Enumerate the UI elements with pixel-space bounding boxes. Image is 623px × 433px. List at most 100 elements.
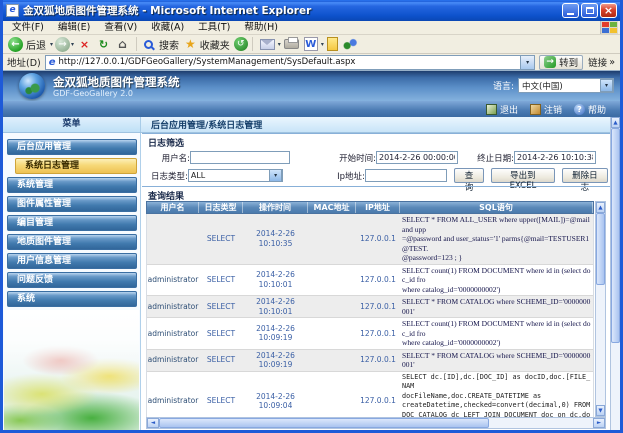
language-value: 中文(中国) — [522, 80, 563, 92]
sidebar-item-catalog-management[interactable]: 编目管理 — [7, 215, 137, 231]
results-table: 用户名 日志类型 操作时间 MAC地址 IP地址 SQL语句 SELECT 20… — [146, 201, 594, 417]
logout-label: 注销 — [544, 103, 562, 116]
scroll-right-icon[interactable]: ► — [593, 418, 605, 428]
back-icon: ← — [8, 37, 23, 52]
links-button[interactable]: 链接 » — [587, 55, 616, 69]
cell-time: 2014-2-26 10:09:04 — [243, 392, 308, 411]
favorites-star-icon: ★ — [185, 37, 196, 51]
chevron-down-icon[interactable]: ▾ — [600, 79, 613, 92]
print-icon[interactable] — [284, 39, 299, 49]
end-date-input[interactable] — [514, 151, 596, 164]
go-button[interactable]: → 转到 — [539, 55, 583, 70]
table-row[interactable]: SELECT 2014-2-26 10:10:35 127.0.0.1 SELE… — [147, 214, 593, 265]
main-content: 日志筛选 用户名: 开始时间: 终止日期: 日志类型: ALL ▾ Ip地址: … — [142, 133, 610, 430]
language-label: 语言: — [493, 79, 514, 92]
cell-sql: SELECT * FROM CATALOG where SCHEME_ID='0… — [400, 350, 593, 371]
edit-button[interactable]: W▾ — [302, 37, 324, 51]
column-ip-address: IP地址 — [356, 202, 400, 213]
table-row[interactable]: administrator SELECT 2014-2-26 10:09:19 … — [147, 350, 593, 372]
column-username: 用户名 — [147, 202, 199, 213]
favorites-button[interactable]: ★ 收藏夹 — [184, 37, 233, 52]
scrollbar-track[interactable] — [611, 343, 620, 430]
back-dropdown-icon[interactable]: ▾ — [50, 41, 53, 48]
sidebar-item-user-info-management[interactable]: 用户信息管理 — [7, 253, 137, 269]
cell-sql: SELECT dc.[ID],dc.[DOC_ID] as docID,doc.… — [400, 372, 593, 418]
table-row[interactable]: administrator SELECT 2014-2-26 10:10:01 … — [147, 296, 593, 318]
refresh-button[interactable]: ↻ — [96, 37, 111, 52]
scrollbar-thumb[interactable] — [159, 418, 489, 428]
sidebar-item-backend-app-management[interactable]: 后台应用管理 — [7, 139, 137, 155]
scrollbar-track[interactable] — [596, 285, 605, 405]
cell-ip: 127.0.0.1 — [356, 329, 400, 339]
sidebar-item-map-attribute-management[interactable]: 图件属性管理 — [7, 196, 137, 212]
maximize-button[interactable] — [581, 3, 598, 18]
minimize-button[interactable] — [562, 3, 579, 18]
menu-title: 菜单 — [3, 117, 141, 132]
log-type-label: 日志类型: — [146, 170, 188, 182]
menu-tools[interactable]: 工具(T) — [191, 21, 237, 35]
chevron-down-icon[interactable]: ▾ — [269, 169, 282, 182]
menu-help[interactable]: 帮助(H) — [237, 21, 285, 35]
export-excel-button[interactable]: 导出到EXCEL — [491, 168, 555, 183]
window-title: 金双狐地质图件管理系统 - Microsoft Internet Explore… — [23, 3, 560, 18]
mail-icon — [260, 39, 275, 50]
scrollbar-track[interactable] — [489, 418, 593, 428]
start-time-input[interactable] — [376, 151, 458, 164]
app-title: 金双狐地质图件管理系统 — [53, 74, 180, 90]
header-actions: 退出 注销 ? 帮助 — [3, 101, 620, 117]
sidebar-item-geological-map-management[interactable]: 地质图件管理 — [7, 234, 137, 250]
table-vertical-scrollbar[interactable]: ▲ ▼ — [595, 201, 606, 417]
close-button[interactable]: × — [600, 3, 617, 18]
table-horizontal-scrollbar[interactable]: ◄ ► — [146, 417, 606, 429]
help-icon: ? — [574, 104, 585, 115]
scroll-down-icon[interactable]: ▼ — [596, 405, 605, 416]
language-select[interactable]: 中文(中国) ▾ — [518, 78, 614, 93]
ip-input[interactable] — [365, 169, 447, 182]
ie-icon: e — [49, 57, 56, 68]
forward-dropdown-icon[interactable]: ▾ — [71, 41, 74, 48]
sidebar-item-system-log-management[interactable]: 系统日志管理 — [15, 158, 137, 174]
menu-edit[interactable]: 编辑(E) — [51, 21, 97, 35]
edit-dropdown-icon[interactable]: ▾ — [321, 41, 324, 48]
sidebar-item-feedback[interactable]: 问题反馈 — [7, 272, 137, 288]
query-button[interactable]: 查询 — [454, 168, 484, 183]
scrollbar-thumb[interactable] — [596, 213, 605, 285]
scroll-up-icon[interactable]: ▲ — [596, 202, 605, 213]
history-button[interactable]: ↺ — [234, 37, 248, 51]
log-type-select[interactable]: ALL ▾ — [188, 169, 283, 182]
scroll-up-icon[interactable]: ▲ — [611, 117, 620, 128]
browser-vertical-scrollbar[interactable]: ▲ — [610, 117, 620, 430]
cell-time: 2014-2-26 10:10:35 — [243, 229, 308, 248]
favorites-label: 收藏夹 — [200, 37, 230, 52]
mail-button[interactable]: ▾ — [258, 39, 281, 50]
exit-button[interactable]: 退出 — [486, 103, 518, 116]
search-button[interactable]: 搜索 — [142, 37, 182, 52]
logout-button[interactable]: 注销 — [530, 103, 562, 116]
table-row[interactable]: administrator SELECT 2014-2-26 10:09:19 … — [147, 318, 593, 350]
back-button[interactable]: ← 后退 ▾ — [8, 37, 53, 52]
help-button[interactable]: ? 帮助 — [574, 103, 606, 116]
home-button[interactable]: ⌂ — [115, 37, 130, 52]
cell-type: SELECT — [199, 355, 243, 365]
delete-log-button[interactable]: 删除日志 — [562, 168, 608, 183]
stop-button[interactable]: × — [77, 37, 92, 52]
cell-ip: 127.0.0.1 — [356, 396, 400, 406]
sidebar-item-system[interactable]: 系统 — [7, 291, 137, 307]
menu-file[interactable]: 文件(F) — [5, 21, 51, 35]
messenger-icon[interactable] — [342, 37, 358, 51]
username-input[interactable] — [190, 151, 290, 164]
address-input[interactable]: e http://127.0.0.1/GDFGeoGallery/SystemM… — [45, 55, 535, 70]
back-label: 后退 — [26, 37, 46, 52]
address-dropdown-icon[interactable]: ▾ — [520, 56, 534, 69]
mail-dropdown-icon[interactable]: ▾ — [278, 41, 281, 48]
notepad-icon[interactable] — [327, 37, 338, 51]
forward-button[interactable]: → ▾ — [55, 37, 74, 52]
table-row[interactable]: administrator SELECT 2014-2-26 10:10:01 … — [147, 265, 593, 297]
scrollbar-thumb[interactable] — [611, 128, 620, 343]
menu-favorites[interactable]: 收藏(A) — [144, 21, 191, 35]
end-date-label: 终止日期: — [458, 152, 514, 164]
sidebar-item-system-management[interactable]: 系统管理 — [7, 177, 137, 193]
table-row[interactable]: administrator SELECT 2014-2-26 10:09:04 … — [147, 372, 593, 418]
scroll-left-icon[interactable]: ◄ — [147, 418, 159, 428]
menu-view[interactable]: 查看(V) — [97, 21, 144, 35]
